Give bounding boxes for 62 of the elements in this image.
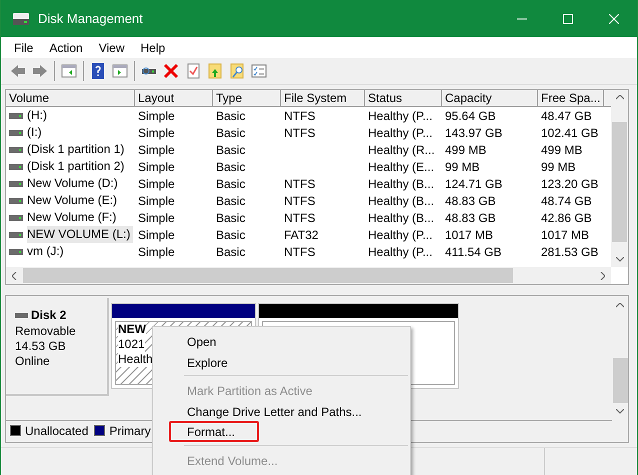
table-cell: 281.53 GB [541, 244, 598, 258]
disk-detail: 14.53 GB [15, 339, 67, 354]
table-cell: Basic [216, 210, 246, 224]
table-cell: 1017 MB [541, 228, 590, 242]
table-cell: 1017 MB [445, 228, 494, 242]
table-cell: Simple [138, 108, 175, 122]
table-cell: FAT32 [284, 228, 318, 242]
table-cell: Healthy (B... [368, 210, 434, 224]
table-cell: Simple [138, 194, 175, 208]
table-cell: 48.47 GB [541, 108, 592, 122]
table-cell: 499 MB [541, 142, 582, 156]
table-cell: Simple [138, 210, 175, 224]
disk-name: Disk 2 [31, 307, 66, 324]
window-title: Disk Management [38, 10, 143, 28]
partition-label: 1021 [118, 337, 145, 352]
table-cell: Healthy (E... [368, 160, 434, 174]
table-cell: 124.71 GB [445, 176, 502, 190]
table-cell: Simple [138, 160, 175, 174]
table-cell: Healthy (R... [368, 142, 435, 156]
table-cell: Healthy (P... [368, 244, 432, 258]
partition-label: Health [118, 352, 153, 367]
table-cell: 411.54 GB [445, 244, 502, 258]
table-cell: 123.20 GB [541, 176, 598, 190]
table-cell: Healthy (B... [368, 176, 434, 190]
table-cell: Healthy (P... [368, 126, 432, 140]
table-cell: Basic [216, 176, 246, 190]
table-cell: NTFS [284, 244, 316, 258]
legend-label: Primary [109, 422, 151, 440]
table-cell: 99 MB [445, 160, 480, 174]
partition-label: NEW [118, 322, 146, 337]
table-cell: 48.74 GB [541, 194, 592, 208]
table-cell: NTFS [284, 194, 316, 208]
table-cell: 102.41 GB [541, 126, 598, 140]
table-cell: Basic [216, 126, 246, 140]
table-cell: Basic [216, 228, 246, 242]
table-cell: 48.83 GB [445, 210, 496, 224]
table-cell: 48.83 GB [445, 194, 496, 208]
table-cell: Healthy (P... [368, 228, 432, 242]
table-cell: Basic [216, 108, 246, 122]
table-cell: Basic [216, 142, 246, 156]
table-cell: 499 MB [445, 142, 486, 156]
table-cell: Simple [138, 126, 175, 140]
table-cell: Simple [138, 142, 175, 156]
table-cell: NTFS [284, 108, 316, 122]
table-cell: NTFS [284, 176, 316, 190]
table-cell: Simple [138, 244, 175, 258]
table-cell: Basic [216, 194, 246, 208]
disk-detail: Removable [15, 324, 77, 339]
table-cell: Basic [216, 160, 246, 174]
legend-label: Unallocated [25, 422, 88, 440]
table-cell: Basic [216, 244, 246, 258]
table-cell: Healthy (P... [368, 108, 432, 122]
table-cell: Healthy (B... [368, 194, 434, 208]
table-cell: 143.97 GB [445, 126, 502, 140]
table-cell: Simple [138, 228, 175, 242]
table-cell: 95.64 GB [445, 108, 496, 122]
table-cell: 99 MB [541, 160, 576, 174]
table-cell: 42.86 GB [541, 210, 592, 224]
table-cell: Simple [138, 176, 175, 190]
disk-detail: Online [15, 354, 51, 369]
table-cell: NTFS [284, 210, 316, 224]
table-cell: NTFS [284, 126, 316, 140]
